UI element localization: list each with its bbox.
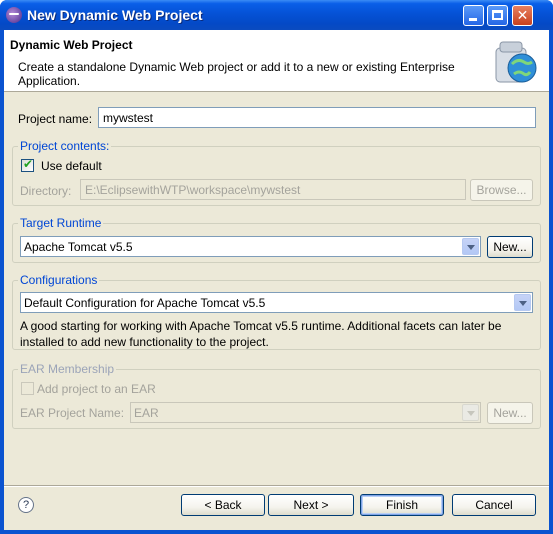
- wizard-banner: Dynamic Web Project Create a standalone …: [4, 30, 549, 92]
- directory-label: Directory:: [20, 184, 72, 198]
- chevron-down-icon[interactable]: [462, 238, 479, 255]
- target-runtime-value: Apache Tomcat v5.5: [24, 240, 133, 254]
- maximize-button[interactable]: [487, 5, 508, 26]
- maximize-icon: [492, 10, 503, 20]
- finish-button[interactable]: Finish: [360, 494, 444, 516]
- directory-input[interactable]: E:\EclipsewithWTP\workspace\mywstest: [80, 179, 466, 200]
- ear-project-select[interactable]: EAR: [130, 402, 481, 423]
- configuration-description: A good starting for working with Apache …: [20, 319, 502, 349]
- add-to-ear-checkbox[interactable]: [21, 382, 34, 395]
- dialog-body: Dynamic Web Project Create a standalone …: [4, 30, 549, 530]
- back-button[interactable]: < Back: [181, 494, 265, 516]
- ear-membership-title: EAR Membership: [18, 362, 117, 376]
- help-icon[interactable]: ?: [18, 497, 34, 513]
- use-default-checkbox[interactable]: [21, 157, 34, 172]
- add-to-ear-label: Add project to an EAR: [37, 382, 156, 396]
- configuration-value: Default Configuration for Apache Tomcat …: [24, 296, 266, 310]
- footer-separator: [4, 485, 549, 487]
- configuration-select[interactable]: Default Configuration for Apache Tomcat …: [20, 292, 533, 313]
- new-ear-button[interactable]: New...: [487, 402, 533, 424]
- banner-description: Create a standalone Dynamic Web project …: [18, 60, 455, 88]
- close-button[interactable]: ✕: [512, 5, 533, 26]
- eclipse-icon: [6, 7, 22, 23]
- title-bar[interactable]: New Dynamic Web Project ✕: [0, 0, 553, 30]
- window-title: New Dynamic Web Project: [27, 7, 203, 23]
- close-icon: ✕: [516, 7, 529, 23]
- dialog-window: New Dynamic Web Project ✕ Dynamic Web Pr…: [0, 0, 553, 534]
- browse-button[interactable]: Browse...: [470, 179, 533, 201]
- next-button[interactable]: Next >: [268, 494, 354, 516]
- target-runtime-title: Target Runtime: [18, 216, 104, 230]
- cancel-button[interactable]: Cancel: [452, 494, 536, 516]
- target-runtime-select[interactable]: Apache Tomcat v5.5: [20, 236, 481, 257]
- minimize-button[interactable]: [463, 5, 484, 26]
- banner-title: Dynamic Web Project: [10, 38, 133, 52]
- project-name-label: Project name:: [18, 112, 93, 126]
- new-runtime-button[interactable]: New...: [487, 236, 533, 258]
- minimize-icon: [469, 18, 477, 21]
- chevron-down-icon[interactable]: [462, 404, 479, 421]
- ear-project-name-label: EAR Project Name:: [20, 406, 125, 420]
- project-contents-title: Project contents:: [18, 139, 112, 153]
- use-default-label: Use default: [41, 159, 102, 173]
- configurations-title: Configurations: [18, 273, 100, 287]
- web-project-icon: [495, 41, 537, 83]
- ear-project-value: EAR: [134, 406, 159, 420]
- project-name-input[interactable]: mywstest: [98, 107, 536, 128]
- chevron-down-icon[interactable]: [514, 294, 531, 311]
